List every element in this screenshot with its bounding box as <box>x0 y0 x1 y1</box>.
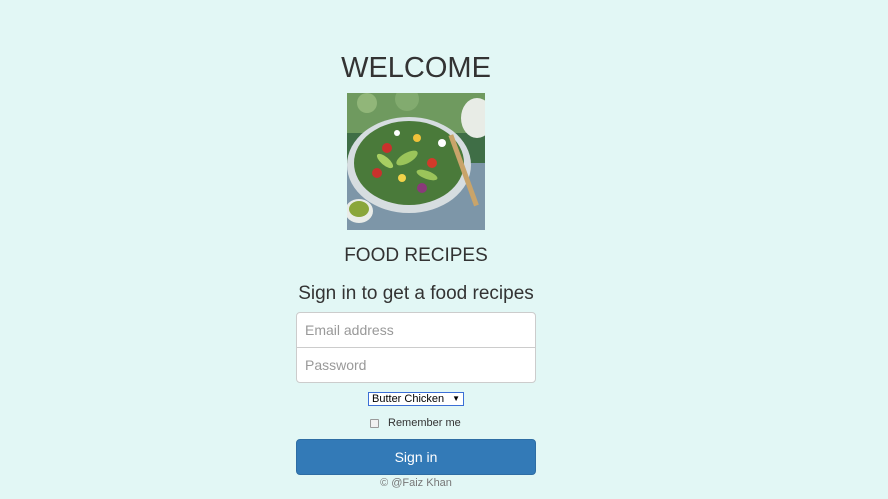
recipe-select-value: Butter Chicken <box>372 393 445 405</box>
welcome-heading: WELCOME <box>341 52 491 84</box>
salad-bowl-picture <box>347 93 485 230</box>
recipe-select[interactable]: Butter Chicken ▼ <box>368 392 464 406</box>
signin-heading: Sign in to get a food recipes <box>298 283 534 304</box>
sign-in-button[interactable]: Sign in <box>296 439 536 475</box>
salad-image <box>347 93 485 230</box>
email-field[interactable] <box>296 312 536 348</box>
password-field[interactable] <box>296 347 536 383</box>
sign-in-page: WELCOME FOOD RECIPES Sign in to get a fo… <box>0 0 888 499</box>
brand-title: FOOD RECIPES <box>344 245 488 266</box>
copyright-text: © @Faiz Khan <box>380 477 452 489</box>
remember-me-checkbox[interactable] <box>370 418 379 428</box>
triangle-down-icon: ▼ <box>452 394 460 403</box>
remember-me-label: Remember me <box>388 417 461 429</box>
remember-me-row[interactable]: Remember me <box>370 416 461 430</box>
credentials-group <box>296 312 536 383</box>
